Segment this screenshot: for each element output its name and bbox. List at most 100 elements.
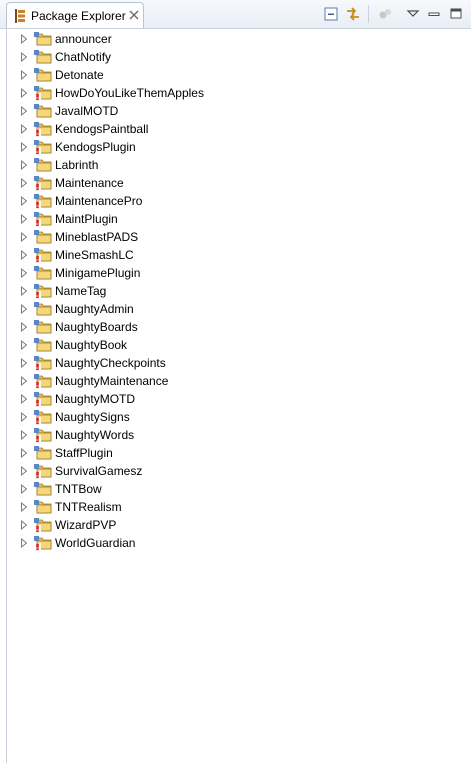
java-project-icon bbox=[34, 158, 52, 172]
expand-arrow-icon[interactable] bbox=[20, 196, 28, 206]
view-menu-icon[interactable] bbox=[405, 6, 421, 22]
java-project-error-icon bbox=[34, 410, 52, 425]
expand-arrow-icon[interactable] bbox=[20, 88, 28, 98]
project-name: NaughtyAdmin bbox=[55, 302, 134, 316]
expand-arrow-icon[interactable] bbox=[20, 538, 28, 548]
project-name: MaintPlugin bbox=[55, 212, 118, 226]
project-name: NaughtySigns bbox=[55, 410, 130, 424]
minimize-icon[interactable] bbox=[426, 6, 442, 22]
expand-arrow-icon[interactable] bbox=[20, 340, 28, 350]
expand-arrow-icon[interactable] bbox=[20, 466, 28, 476]
project-name: TNTBow bbox=[55, 482, 102, 496]
maximize-icon[interactable] bbox=[448, 6, 464, 22]
tree-item[interactable]: NaughtyMOTD bbox=[7, 390, 471, 408]
expand-arrow-icon[interactable] bbox=[20, 394, 28, 404]
expand-arrow-icon[interactable] bbox=[20, 322, 28, 332]
expand-arrow-icon[interactable] bbox=[20, 304, 28, 314]
expand-arrow-icon[interactable] bbox=[20, 358, 28, 368]
tree-item[interactable]: NaughtyMaintenance bbox=[7, 372, 471, 390]
tree-item[interactable]: SurvivalGamesz bbox=[7, 462, 471, 480]
tree-item[interactable]: KendogsPlugin bbox=[7, 138, 471, 156]
expand-arrow-icon[interactable] bbox=[20, 124, 28, 134]
tree-item[interactable]: NaughtyBook bbox=[7, 336, 471, 354]
project-name: NameTag bbox=[55, 284, 107, 298]
tree-item[interactable]: KendogsPaintball bbox=[7, 120, 471, 138]
tree-item[interactable]: HowDoYouLikeThemApples bbox=[7, 84, 471, 102]
project-name: HowDoYouLikeThemApples bbox=[55, 86, 204, 100]
project-name: NaughtyMaintenance bbox=[55, 374, 169, 388]
tree-item[interactable]: Maintenance bbox=[7, 174, 471, 192]
expand-arrow-icon[interactable] bbox=[20, 448, 28, 458]
tree-item[interactable]: StaffPlugin bbox=[7, 444, 471, 462]
expand-arrow-icon[interactable] bbox=[20, 502, 28, 512]
java-project-error-icon bbox=[34, 194, 52, 209]
tree-item[interactable]: Detonate bbox=[7, 66, 471, 84]
expand-arrow-icon[interactable] bbox=[20, 412, 28, 422]
collapse-all-icon[interactable] bbox=[323, 6, 339, 22]
project-name: NaughtyBoards bbox=[55, 320, 138, 334]
project-name: WorldGuardian bbox=[55, 536, 136, 550]
expand-arrow-icon[interactable] bbox=[20, 214, 28, 224]
tree-item[interactable]: NaughtySigns bbox=[7, 408, 471, 426]
expand-arrow-icon[interactable] bbox=[20, 484, 28, 494]
toolbar-separator bbox=[368, 5, 369, 23]
expand-arrow-icon[interactable] bbox=[20, 70, 28, 80]
java-project-error-icon bbox=[34, 86, 52, 101]
expand-arrow-icon[interactable] bbox=[20, 520, 28, 530]
project-name: announcer bbox=[55, 32, 112, 46]
tree-item[interactable]: TNTRealism bbox=[7, 498, 471, 516]
tree-item[interactable]: TNTBow bbox=[7, 480, 471, 498]
tree-item[interactable]: MinigamePlugin bbox=[7, 264, 471, 282]
project-name: WizardPVP bbox=[55, 518, 117, 532]
expand-arrow-icon[interactable] bbox=[20, 34, 28, 44]
close-icon[interactable] bbox=[129, 10, 139, 20]
java-project-icon bbox=[34, 320, 52, 334]
java-project-icon bbox=[34, 482, 52, 496]
java-project-icon bbox=[34, 446, 52, 460]
expand-arrow-icon[interactable] bbox=[20, 376, 28, 386]
tree-item[interactable]: ChatNotify bbox=[7, 48, 471, 66]
project-name: NaughtyMOTD bbox=[55, 392, 136, 406]
tree-item[interactable]: MineblastPADS bbox=[7, 228, 471, 246]
expand-arrow-icon[interactable] bbox=[20, 430, 28, 440]
package-explorer-icon bbox=[15, 9, 25, 23]
expand-arrow-icon[interactable] bbox=[20, 106, 28, 116]
tree-item[interactable]: NaughtyWords bbox=[7, 426, 471, 444]
tab-package-explorer[interactable]: Package Explorer bbox=[6, 2, 144, 28]
expand-arrow-icon[interactable] bbox=[20, 142, 28, 152]
project-name: NaughtyBook bbox=[55, 338, 128, 352]
focus-active-task-icon[interactable] bbox=[377, 6, 393, 22]
tree-item[interactable]: WizardPVP bbox=[7, 516, 471, 534]
expand-arrow-icon[interactable] bbox=[20, 232, 28, 242]
java-project-icon bbox=[34, 302, 52, 316]
java-project-error-icon bbox=[34, 374, 52, 389]
tree-item[interactable]: MaintPlugin bbox=[7, 210, 471, 228]
tree-item[interactable]: NaughtyCheckpoints bbox=[7, 354, 471, 372]
project-name: SurvivalGamesz bbox=[55, 464, 143, 478]
tree-item[interactable]: MineSmashLC bbox=[7, 246, 471, 264]
tree-item[interactable]: MaintenancePro bbox=[7, 192, 471, 210]
expand-arrow-icon[interactable] bbox=[20, 250, 28, 260]
project-tree: announcer ChatNotify Detonate HowDoYouLikeT… bbox=[7, 30, 471, 552]
tree-item[interactable]: NameTag bbox=[7, 282, 471, 300]
tree-item[interactable]: JavalMOTD bbox=[7, 102, 471, 120]
tree-item[interactable]: NaughtyBoards bbox=[7, 318, 471, 336]
expand-arrow-icon[interactable] bbox=[20, 52, 28, 62]
tree-item[interactable]: Labrinth bbox=[7, 156, 471, 174]
java-project-icon bbox=[34, 230, 52, 244]
expand-arrow-icon[interactable] bbox=[20, 160, 28, 170]
project-name: TNTRealism bbox=[55, 500, 122, 514]
link-with-editor-icon[interactable] bbox=[345, 6, 361, 22]
java-project-icon bbox=[34, 68, 52, 82]
expand-arrow-icon[interactable] bbox=[20, 286, 28, 296]
expand-arrow-icon[interactable] bbox=[20, 268, 28, 278]
project-name: MaintenancePro bbox=[55, 194, 143, 208]
java-project-icon bbox=[34, 500, 52, 514]
project-name: StaffPlugin bbox=[55, 446, 113, 460]
view-tab-bar: Package Explorer bbox=[0, 0, 471, 29]
tree-item[interactable]: NaughtyAdmin bbox=[7, 300, 471, 318]
java-project-error-icon bbox=[34, 212, 52, 227]
tree-item[interactable]: announcer bbox=[7, 30, 471, 48]
expand-arrow-icon[interactable] bbox=[20, 178, 28, 188]
tree-item[interactable]: WorldGuardian bbox=[7, 534, 471, 552]
